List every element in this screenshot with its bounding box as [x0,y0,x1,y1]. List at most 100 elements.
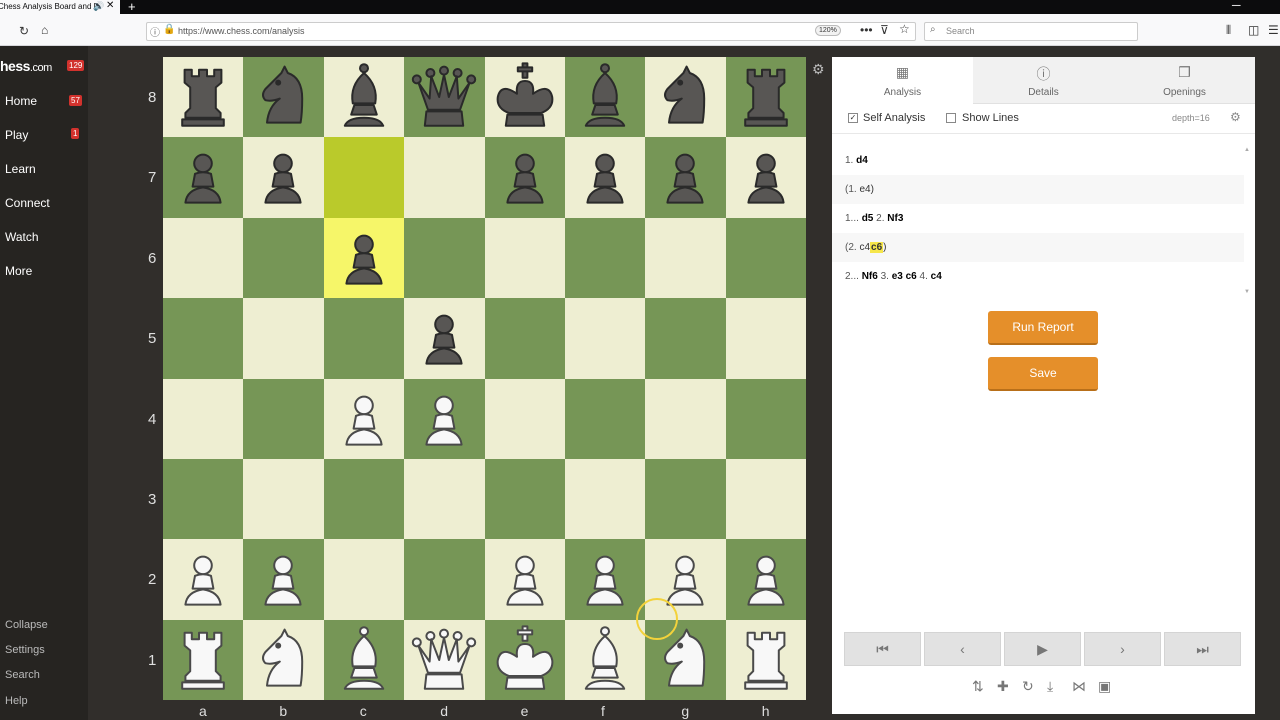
square-c2[interactable] [323,539,405,620]
black-bishop-f8[interactable] [565,57,645,137]
sidebar-settings[interactable]: Settings [5,644,45,656]
sidebar-item-play[interactable]: Play [5,128,28,142]
square-f1[interactable] [565,619,646,701]
square-f6[interactable] [565,217,646,299]
square-c7[interactable] [323,137,405,218]
square-d3[interactable] [404,459,485,540]
white-knight-b1[interactable] [243,620,323,700]
square-e6[interactable] [484,217,566,299]
move[interactable]: ) [883,242,886,253]
white-bishop-f1[interactable] [565,620,645,700]
black-pawn-a7[interactable] [163,137,243,217]
square-d1[interactable] [404,619,485,701]
black-pawn-b7[interactable] [243,137,323,217]
square-d5[interactable] [404,298,485,379]
sidebar-item-learn[interactable]: Learn [5,162,36,176]
white-pawn-a2[interactable] [163,539,243,619]
move-list-scrollbar[interactable]: ▲ ▼ [1244,147,1250,297]
minimize-window-button[interactable]: ─ [1232,0,1241,12]
close-tab-icon[interactable]: ✕ [106,0,114,12]
square-g3[interactable] [645,459,726,540]
white-pawn-c4[interactable] [324,379,404,459]
reload-icon[interactable]: ↻ [19,24,29,38]
white-king-e1[interactable] [485,620,565,700]
add-icon[interactable]: ✚ [997,678,1009,695]
move[interactable]: c4 [931,271,942,282]
play-button[interactable]: ▶ [1004,632,1081,666]
square-d8[interactable] [404,57,485,138]
menu-icon[interactable]: ☰ [1268,23,1279,37]
square-c8[interactable] [323,57,405,138]
move[interactable]: Nf6 [862,271,878,282]
square-e2[interactable] [484,539,566,620]
square-h1[interactable] [725,619,807,701]
run-report-button[interactable]: Run Report [988,311,1098,345]
next-move-button[interactable]: › [1084,632,1161,666]
square-h4[interactable] [725,378,807,460]
black-knight-b8[interactable] [243,57,323,137]
move[interactable]: c6 [906,271,917,282]
square-b3[interactable] [243,459,324,540]
move-row[interactable]: 1. d4 [832,146,1244,175]
black-knight-g8[interactable] [645,57,725,137]
black-bishop-c8[interactable] [324,57,404,137]
move[interactable]: d5 [862,213,874,224]
move[interactable]: e3 [892,271,903,282]
white-rook-h1[interactable] [726,620,806,700]
white-queen-d1[interactable] [404,620,484,700]
previous-move-button[interactable]: ‹ [924,632,1001,666]
tab-openings[interactable]: ❒ Openings [1114,57,1255,104]
url-text[interactable]: https://www.chess.com/analysis [178,26,305,36]
pocket-icon[interactable]: ⊽ [880,23,889,37]
bookmark-star-icon[interactable]: ☆ [899,22,910,36]
square-a7[interactable] [163,137,244,218]
square-c6[interactable] [323,217,405,299]
black-pawn-f7[interactable] [565,137,645,217]
flip-board-icon[interactable]: ⇅ [972,678,984,695]
square-e8[interactable] [484,57,566,138]
variation-row[interactable]: (1. e4) [832,175,1244,204]
square-f8[interactable] [565,57,646,138]
analysis-settings-gear-icon[interactable]: ⚙ [1230,110,1241,124]
download-icon[interactable]: ⤓ [1047,678,1053,695]
square-h6[interactable] [725,217,807,299]
show-lines-checkbox[interactable] [946,113,956,123]
square-c5[interactable] [323,298,405,379]
square-e1[interactable] [484,619,566,701]
tab-details[interactable]: ⓘ Details [973,57,1114,104]
square-d6[interactable] [404,217,485,299]
square-g7[interactable] [645,137,726,218]
square-a2[interactable] [163,539,244,620]
move-row[interactable]: 2... Nf6 3. e3 c6 4. c4 [832,262,1244,291]
square-a1[interactable] [163,619,244,701]
info-icon[interactable]: ⓘ [150,24,160,39]
square-e3[interactable] [484,459,566,540]
square-f7[interactable] [565,137,646,218]
square-h8[interactable] [725,57,807,138]
move[interactable]: c4 [859,242,870,253]
last-move-button[interactable]: ⏭ [1164,632,1241,666]
save-button[interactable]: Save [988,357,1098,391]
white-pawn-d4[interactable] [404,379,484,459]
sidebar-item-more[interactable]: More [5,264,32,278]
chess-com-logo[interactable]: hess.com [0,58,52,74]
black-rook-h8[interactable] [726,57,806,137]
square-b6[interactable] [243,217,324,299]
new-tab-button[interactable]: + [128,0,136,14]
sidebar-toggle-icon[interactable]: ◫ [1248,23,1259,37]
square-f5[interactable] [565,298,646,379]
white-pawn-h2[interactable] [726,539,806,619]
black-queen-d8[interactable] [404,57,484,137]
sidebar-item-home[interactable]: Home [5,94,37,108]
move[interactable]: d4 [856,155,868,166]
square-c4[interactable] [323,378,405,460]
variation-row[interactable]: (2. c4c6) [832,233,1244,262]
square-h5[interactable] [725,298,807,379]
square-c3[interactable] [323,459,405,540]
square-a3[interactable] [163,459,244,540]
square-e7[interactable] [484,137,566,218]
square-a5[interactable] [163,298,244,379]
sidebar-item-watch[interactable]: Watch [5,230,39,244]
black-pawn-h7[interactable] [726,137,806,217]
black-pawn-c6[interactable] [324,218,404,298]
